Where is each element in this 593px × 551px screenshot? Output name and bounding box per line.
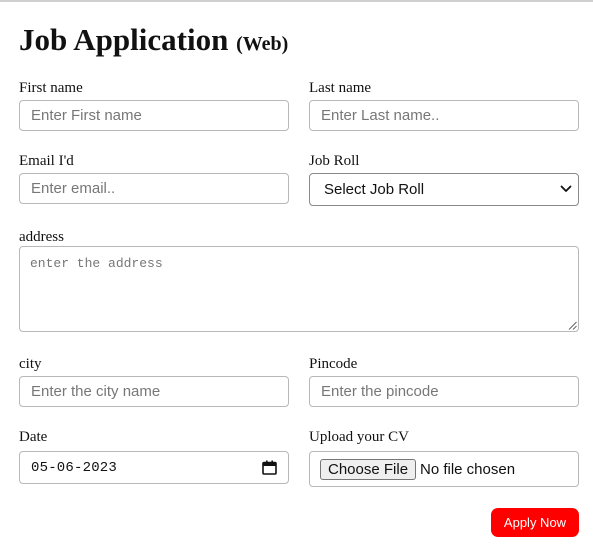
job-application-form: Job Application (Web) First name Last na… xyxy=(0,2,593,551)
job-role-selected-value: Select Job Roll xyxy=(324,181,425,198)
pincode-input[interactable] xyxy=(309,376,579,407)
date-value: 05-06-2023 xyxy=(31,460,118,476)
job-role-label: Job Roll xyxy=(309,153,360,169)
address-textarea[interactable] xyxy=(19,246,579,332)
apply-now-button[interactable]: Apply Now xyxy=(491,508,579,537)
date-label: Date xyxy=(19,429,48,445)
cv-label: Upload your CV xyxy=(309,429,409,445)
file-status-text: No file chosen xyxy=(420,461,516,478)
first-name-label: First name xyxy=(19,80,83,96)
resize-grip-icon[interactable] xyxy=(568,321,577,330)
page-title: Job Application (Web) xyxy=(19,22,288,62)
last-name-label: Last name xyxy=(309,80,372,96)
form-subtitle: (Web) xyxy=(236,33,289,55)
first-name-input[interactable] xyxy=(19,100,289,131)
cv-file-input[interactable]: Choose File No file chosen xyxy=(309,451,579,487)
email-label: Email I'd xyxy=(19,153,74,169)
date-input[interactable]: 05-06-2023 xyxy=(19,451,289,484)
email-input[interactable] xyxy=(19,173,289,204)
calendar-icon[interactable] xyxy=(262,460,277,475)
chevron-down-icon xyxy=(560,185,572,192)
last-name-input[interactable] xyxy=(309,100,579,131)
address-label: address xyxy=(19,229,64,245)
city-label: city xyxy=(19,356,42,372)
form-title: Job Application xyxy=(19,22,229,57)
pincode-label: Pincode xyxy=(309,356,358,372)
city-input[interactable] xyxy=(19,376,289,407)
choose-file-button[interactable]: Choose File xyxy=(320,459,417,480)
job-role-select[interactable]: Select Job Roll xyxy=(309,173,579,206)
